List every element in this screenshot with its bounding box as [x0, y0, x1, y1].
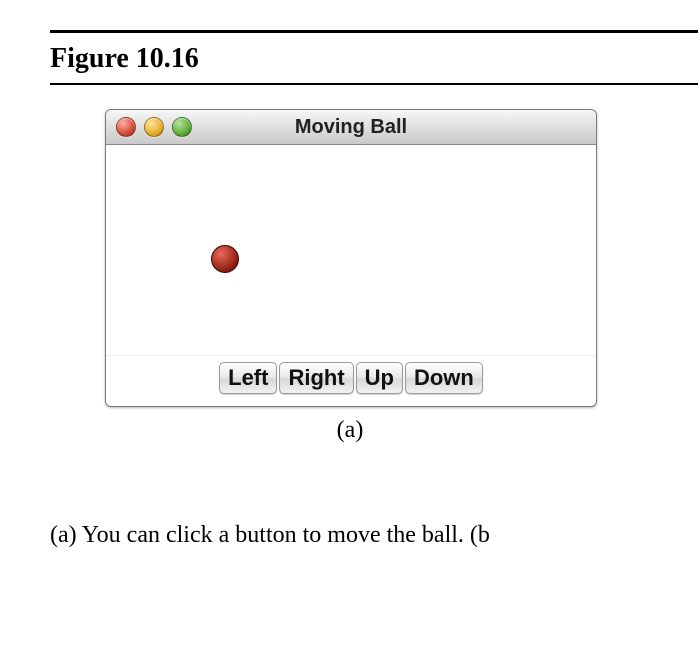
right-button[interactable]: Right [279, 362, 353, 394]
figure-content: Moving Ball Left Right Up Down (a) [105, 109, 698, 444]
close-icon[interactable] [116, 117, 136, 137]
rule-top [50, 30, 698, 33]
app-window: Moving Ball Left Right Up Down [105, 109, 597, 407]
ball [211, 245, 239, 273]
left-button[interactable]: Left [219, 362, 277, 394]
minimize-icon[interactable] [144, 117, 164, 137]
window-traffic-lights [116, 117, 192, 137]
button-row: Left Right Up Down [106, 356, 596, 406]
window-titlebar[interactable]: Moving Ball [106, 110, 596, 145]
figure-label: Figure 10.16 [50, 43, 698, 75]
zoom-icon[interactable] [172, 117, 192, 137]
rule-mid [50, 83, 698, 85]
page: Figure 10.16 Moving Ball Left Right Up D… [0, 0, 698, 668]
down-button[interactable]: Down [405, 362, 483, 394]
figure-caption: (a) You can click a button to move the b… [50, 522, 698, 549]
ball-canvas [106, 145, 596, 356]
sub-caption: (a) [105, 417, 595, 444]
up-button[interactable]: Up [356, 362, 403, 394]
